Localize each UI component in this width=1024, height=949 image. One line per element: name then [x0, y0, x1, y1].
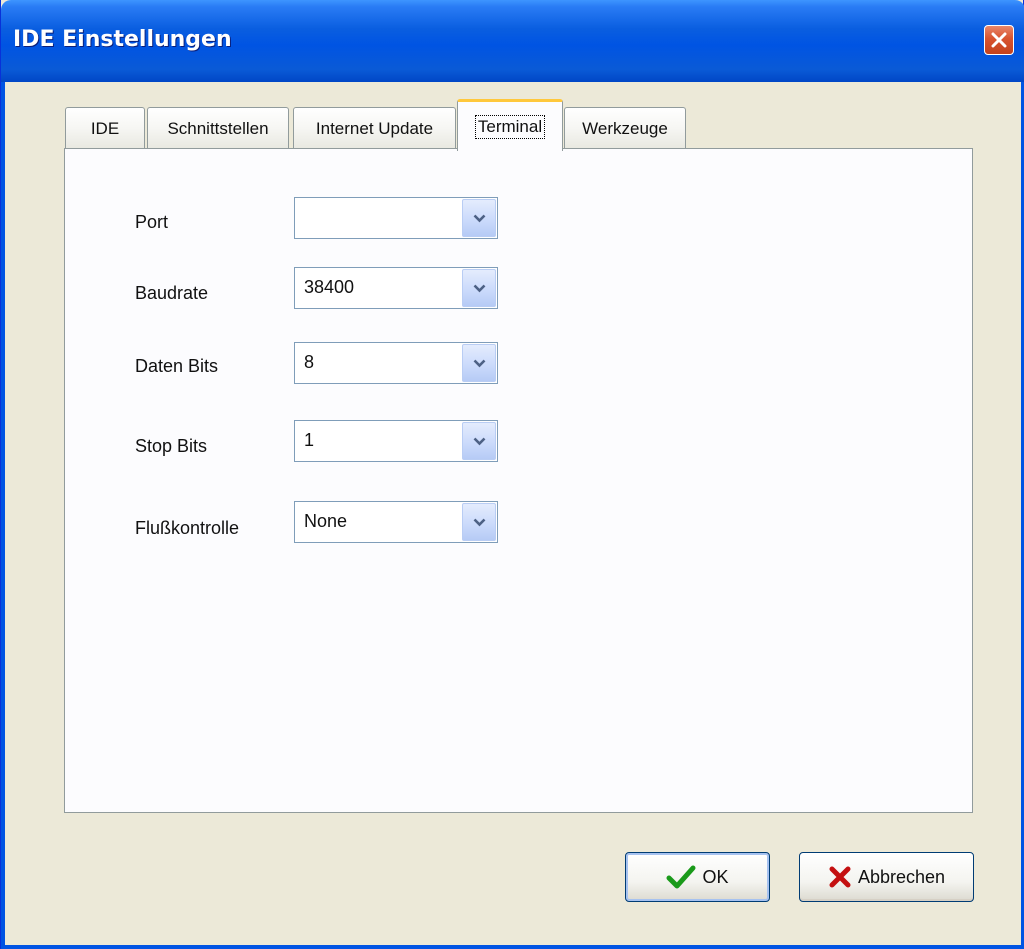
flusskontrolle-select[interactable]: None: [294, 501, 498, 543]
tab-terminal[interactable]: Terminal: [457, 99, 563, 151]
ok-label: OK: [702, 866, 729, 887]
chevron-down-icon: [473, 214, 486, 223]
stop-bits-dropdown-button[interactable]: [462, 422, 496, 460]
stop-bits-select[interactable]: 1: [294, 420, 498, 462]
daten-bits-select[interactable]: 8: [294, 342, 498, 384]
tab-label: Werkzeuge: [582, 118, 668, 138]
tab-schnittstellen[interactable]: Schnittstellen: [147, 107, 289, 149]
baudrate-label: Baudrate: [135, 283, 209, 303]
stop-bits-value: 1: [304, 430, 315, 450]
daten-bits-label: Daten Bits: [135, 356, 219, 376]
tab-label: Schnittstellen: [167, 118, 269, 138]
baudrate-dropdown-button[interactable]: [462, 269, 496, 307]
tab-internet-update[interactable]: Internet Update: [293, 107, 456, 149]
terminal-tab-panel: [64, 148, 973, 813]
baudrate-value: 38400: [304, 277, 355, 297]
flusskontrolle-label: Flußkontrolle: [135, 518, 240, 538]
chevron-down-icon: [473, 284, 486, 293]
tab-werkzeuge[interactable]: Werkzeuge: [564, 107, 686, 149]
tab-label: Terminal: [474, 114, 546, 139]
tab-ide[interactable]: IDE: [65, 107, 145, 149]
daten-bits-value: 8: [304, 352, 315, 372]
checkmark-icon: [666, 865, 696, 889]
flusskontrolle-dropdown-button[interactable]: [462, 503, 496, 541]
daten-bits-dropdown-button[interactable]: [462, 344, 496, 382]
ok-button[interactable]: OK: [625, 852, 770, 902]
window-title: IDE Einstellungen: [13, 27, 232, 52]
chevron-down-icon: [473, 437, 486, 446]
close-icon: [991, 32, 1007, 48]
port-select[interactable]: [294, 197, 498, 239]
tab-label: Internet Update: [315, 118, 434, 138]
cross-icon: [828, 865, 852, 889]
port-label: Port: [135, 212, 169, 232]
title-bar[interactable]: IDE Einstellungen: [1, 0, 1024, 82]
stop-bits-label: Stop Bits: [135, 436, 208, 456]
cancel-label: Abbrechen: [857, 866, 946, 887]
baudrate-select[interactable]: 38400: [294, 267, 498, 309]
port-dropdown-button[interactable]: [462, 199, 496, 237]
chevron-down-icon: [473, 359, 486, 368]
flusskontrolle-value: None: [304, 511, 348, 531]
tab-label: IDE: [90, 118, 120, 138]
dialog-window: IDE Einstellungen IDE Schnittstellen Int…: [0, 0, 1024, 949]
chevron-down-icon: [473, 518, 486, 527]
close-button[interactable]: [984, 25, 1014, 55]
cancel-button[interactable]: Abbrechen: [799, 852, 974, 902]
